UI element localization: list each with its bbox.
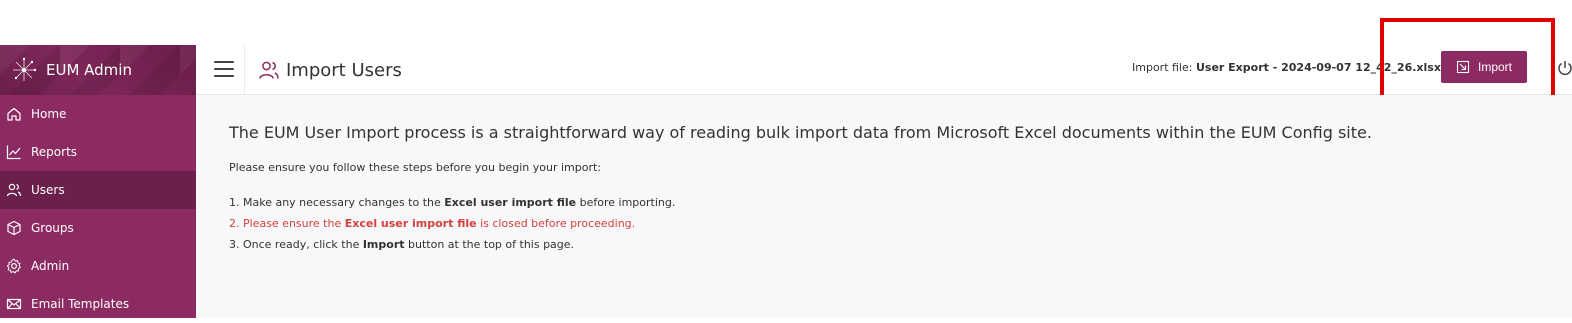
power-icon[interactable] [1556, 59, 1572, 77]
users-icon [259, 61, 279, 79]
import-file-name: User Export - 2024-09-07 12_42_26.xlsx [1195, 61, 1441, 74]
app-name: EUM Admin [46, 61, 132, 79]
main-content: The EUM User Import process is a straigh… [196, 95, 1572, 318]
home-icon [7, 107, 21, 121]
sidebar-item-groups[interactable]: Groups [0, 209, 196, 247]
sidebar-item-label: Email Templates [31, 297, 130, 311]
import-file-info: Import file: User Export - 2024-09-07 12… [1132, 61, 1441, 74]
sidebar-item-email-templates[interactable]: Email Templates [0, 285, 196, 323]
gear-icon [6, 258, 21, 274]
sidebar: EUM Admin Home Reports Users Groups Admi… [0, 45, 196, 318]
page-title: Import Users [286, 59, 402, 81]
sidebar-item-label: Reports [31, 145, 78, 159]
brand[interactable]: EUM Admin [0, 45, 196, 95]
import-icon [1456, 60, 1470, 74]
sidebar-item-reports[interactable]: Reports [0, 133, 196, 171]
sidebar-item-label: Admin [31, 259, 70, 273]
users-icon [6, 183, 22, 197]
cube-icon [7, 220, 21, 236]
intro-text: The EUM User Import process is a straigh… [229, 123, 1372, 142]
top-blank-area [0, 0, 1572, 45]
sidebar-item-label: Users [31, 183, 65, 197]
sidebar-item-admin[interactable]: Admin [0, 247, 196, 285]
sidebar-item-label: Groups [31, 221, 74, 235]
top-header: Import Users Import file: User Export - … [196, 45, 1572, 95]
header-divider [244, 45, 245, 95]
sidebar-item-label: Home [31, 107, 67, 121]
import-file-label: Import file: [1132, 61, 1193, 74]
import-button-label: Import [1477, 60, 1512, 74]
sidebar-item-users[interactable]: Users [0, 171, 196, 209]
step-item: 1. Make any necessary changes to the Exc… [229, 196, 676, 209]
envelope-icon [6, 298, 22, 310]
chart-line-icon [6, 145, 21, 160]
step-item-warning: 2. Please ensure the Excel user import f… [229, 217, 636, 230]
sidebar-item-home[interactable]: Home [0, 95, 196, 133]
instructions-lead: Please ensure you follow these steps bef… [229, 161, 602, 174]
menu-toggle-icon[interactable] [214, 59, 234, 79]
import-button[interactable]: Import [1441, 51, 1527, 83]
step-item: 3. Once ready, click the Import button a… [229, 238, 575, 251]
steps-list: 1. Make any necessary changes to the Exc… [229, 192, 675, 255]
logo-icon [10, 56, 38, 84]
page-title-area: Import Users [258, 55, 402, 85]
